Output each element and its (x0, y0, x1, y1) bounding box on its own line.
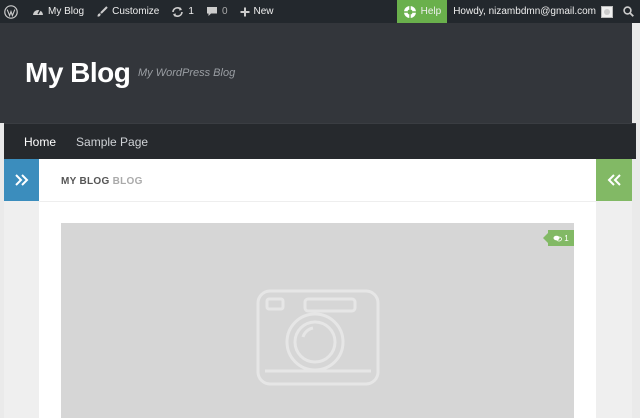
comment-icon (206, 7, 217, 16)
new-content-menu[interactable]: New (234, 0, 280, 23)
post-thumbnail[interactable]: 1 (61, 223, 574, 418)
camera-icon (256, 289, 380, 386)
comments-link[interactable]: 0 (200, 0, 234, 23)
new-label: New (253, 6, 274, 17)
admin-bar-secondary: Help Howdy, nizambdmn@gmail.com (396, 0, 640, 23)
lifebuoy-icon (403, 5, 416, 18)
site-tagline: My WordPress Blog (138, 67, 236, 79)
wordpress-icon (4, 4, 18, 19)
divider (39, 201, 596, 202)
primary-nav: Home Sample Page (4, 123, 636, 159)
comments-count: 0 (221, 6, 228, 17)
main-content: MY BLOG BLOG 1 (39, 159, 596, 418)
site-name-label: My Blog (48, 6, 85, 17)
right-sidebar-gutter (596, 201, 632, 418)
right-sidebar-toggle[interactable] (596, 159, 632, 201)
left-sidebar-toggle[interactable] (4, 159, 39, 201)
customize-link[interactable]: Customize (90, 0, 165, 23)
admin-bar: My Blog Customize 1 0 New Help Howdy, ni… (0, 0, 640, 23)
help-label: Help (420, 6, 442, 17)
comments-icon (553, 235, 563, 241)
paintbrush-icon (97, 5, 108, 17)
page-title-site: MY BLOG (61, 176, 110, 187)
page-edge-right (632, 23, 640, 418)
howdy-text: Howdy, nizambdmn@gmail.com (453, 6, 596, 17)
refresh-icon (172, 6, 184, 17)
double-chevron-right-icon (14, 174, 28, 186)
site-title[interactable]: My Blog (25, 57, 131, 89)
avatar (601, 5, 613, 18)
wordpress-menu[interactable] (0, 0, 26, 23)
search-button[interactable] (617, 0, 640, 23)
updates-link[interactable]: 1 (165, 0, 200, 23)
plus-icon (240, 7, 249, 16)
customize-label: Customize (112, 6, 160, 17)
help-button[interactable]: Help (396, 0, 448, 23)
left-sidebar-gutter (4, 201, 39, 418)
nav-item-home[interactable]: Home (4, 135, 66, 149)
page-title: MY BLOG BLOG (61, 176, 143, 187)
search-icon (623, 6, 634, 17)
updates-count: 1 (188, 6, 194, 17)
comment-count-badge[interactable]: 1 (543, 230, 574, 246)
dashboard-icon (33, 9, 43, 15)
site-header: My Blog My WordPress Blog (0, 23, 640, 123)
comment-count: 1 (564, 233, 569, 243)
page-title-section: BLOG (112, 176, 143, 187)
site-name-menu[interactable]: My Blog (26, 0, 90, 23)
double-chevron-left-icon (607, 174, 621, 186)
my-account-menu[interactable]: Howdy, nizambdmn@gmail.com (447, 0, 617, 23)
nav-item-sample-page[interactable]: Sample Page (66, 135, 158, 149)
